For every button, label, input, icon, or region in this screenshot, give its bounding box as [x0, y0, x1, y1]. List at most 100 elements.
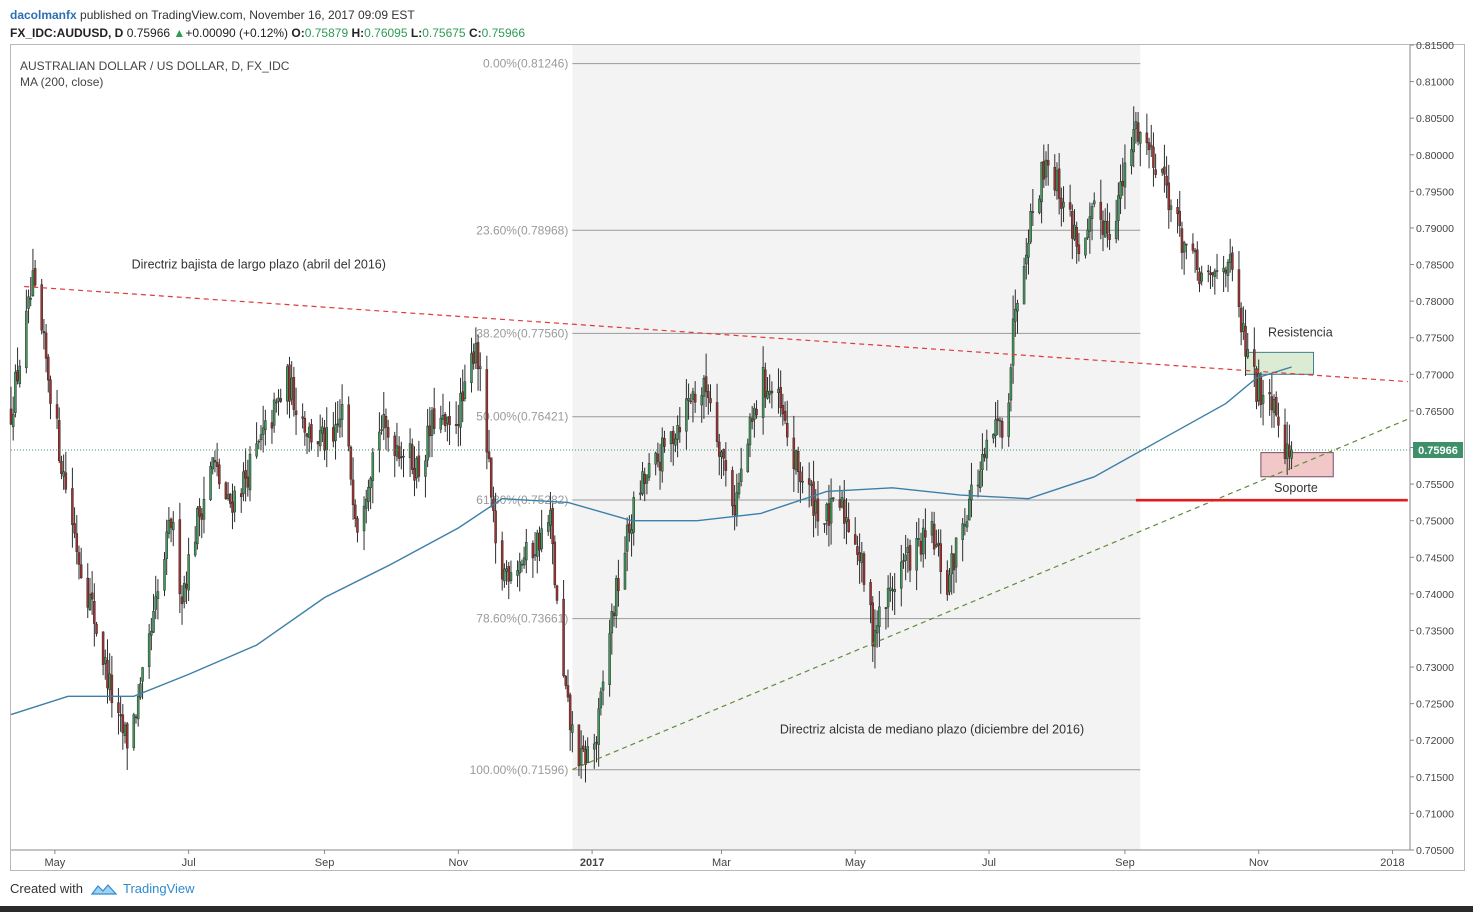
candle-body [213, 460, 217, 463]
candle-body [1027, 242, 1030, 258]
candle-body [522, 557, 526, 566]
tradingview-brand[interactable]: TradingView [123, 880, 195, 898]
candle-body [211, 457, 214, 470]
candle-body [551, 508, 554, 545]
candle-body [917, 538, 921, 541]
candle-body [965, 521, 969, 528]
candle-body [685, 398, 688, 432]
candle-body [1114, 221, 1118, 240]
candle-body [136, 695, 140, 720]
candle-body [900, 561, 903, 589]
fib-level-label: 23.60%(0.78968) [476, 223, 568, 237]
candle-body [472, 351, 475, 364]
candle-body [231, 501, 234, 513]
candle-body [417, 455, 421, 477]
candle-body [1101, 220, 1105, 235]
candle-body [1242, 323, 1245, 332]
candle-body [367, 487, 370, 502]
candle-body [562, 598, 565, 677]
candle-body [586, 746, 589, 764]
candle-body [825, 504, 828, 521]
candle-body [1025, 254, 1028, 265]
candle-body [810, 484, 813, 486]
candle-body [1092, 200, 1096, 205]
candle-body [1270, 396, 1274, 411]
candle-body [202, 498, 206, 520]
candle-body [73, 523, 76, 534]
candle-body [516, 570, 519, 576]
candle-body [623, 552, 627, 590]
candle-body [397, 446, 401, 459]
candle-body [967, 498, 971, 521]
candle-body [700, 395, 703, 406]
candle-body [18, 365, 22, 384]
candle-body [807, 478, 811, 485]
candle-body [533, 554, 537, 557]
candle-body [505, 568, 508, 572]
candle-body [930, 521, 934, 536]
candle-body [180, 596, 184, 605]
candle-body [687, 398, 690, 401]
candle-body [978, 470, 982, 488]
y-tick-label: 0.76500 [1416, 406, 1454, 418]
candle-body [479, 366, 482, 369]
candle-body [645, 474, 649, 484]
candle-body [843, 499, 846, 524]
candle-body [577, 724, 581, 767]
candle-body [305, 433, 309, 437]
candle-body [709, 398, 712, 404]
candle-body [185, 583, 188, 589]
support-zone [1260, 452, 1334, 478]
candle-body [1259, 375, 1263, 405]
indicator-legend: MA (200, close) [20, 75, 103, 89]
candle-body [553, 541, 557, 586]
candle-body [970, 484, 973, 501]
price-chart[interactable]: 0.00%(0.81246) 23.60%(0.78968) 38.20%(0.77… [0, 0, 1473, 912]
candle-body [323, 428, 326, 451]
candle-body [123, 724, 127, 737]
candle-body [755, 408, 758, 416]
candle-body [832, 497, 835, 499]
y-tick-label: 0.77500 [1416, 333, 1454, 345]
candle-body [906, 547, 910, 553]
candle-body [1139, 132, 1142, 144]
candle-body [536, 532, 539, 557]
candle-body [290, 377, 293, 400]
candle-body [382, 414, 386, 429]
candle-body [549, 509, 552, 526]
candle-body [384, 415, 388, 428]
candle-body [1150, 144, 1153, 148]
candle-body [196, 508, 199, 545]
candle-body [1011, 318, 1015, 366]
candle-body [946, 570, 949, 595]
candle-body [753, 407, 756, 420]
candle-body [584, 748, 587, 765]
candle-body [1209, 272, 1212, 275]
candle-body [796, 450, 800, 473]
candle-body [470, 353, 473, 383]
candle-body [1163, 166, 1166, 175]
candle-body [1169, 205, 1173, 210]
candle-body [1200, 272, 1203, 282]
candle-body [257, 440, 261, 443]
candle-body [823, 523, 826, 525]
candle-body [1274, 397, 1278, 416]
candle-body [566, 685, 570, 698]
candle-body [336, 423, 339, 426]
candle-body [1119, 181, 1122, 199]
candle-body [1016, 302, 1019, 312]
candle-body [674, 438, 677, 446]
candle-body [1222, 267, 1225, 272]
candle-body [364, 498, 368, 509]
candle-body [332, 427, 335, 442]
resistance-label: Resistencia [1268, 326, 1333, 340]
candle-body [884, 607, 888, 609]
candle-body [338, 418, 342, 428]
candle-body [924, 530, 927, 538]
candle-body [564, 676, 568, 686]
y-tick-label: 0.71500 [1416, 772, 1454, 784]
candle-body [996, 418, 1000, 421]
candle-body [459, 392, 462, 428]
candle-body [242, 471, 245, 495]
candle-body [735, 492, 739, 516]
